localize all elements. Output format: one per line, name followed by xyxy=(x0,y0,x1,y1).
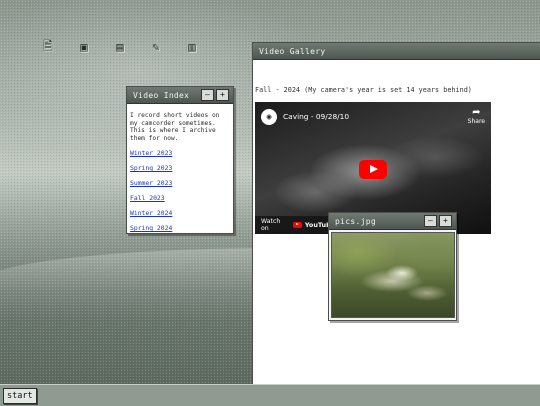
link-spring-2023[interactable]: Spring 2023 xyxy=(130,165,229,173)
video-index-titlebar[interactable]: Video Index – + xyxy=(127,87,233,104)
video-title[interactable]: Caving - 09/28/10 xyxy=(283,112,468,121)
video-caption: Fall - 2024 (My camera's year is set 14 … xyxy=(255,86,472,94)
youtube-logo-icon xyxy=(292,221,302,229)
video-index-body: I record short videos on my camcorder so… xyxy=(127,104,233,244)
video-gallery-title: Video Gallery xyxy=(259,46,326,56)
pics-window: pics.jpg – + xyxy=(328,212,457,321)
video-index-intro: I record short videos on my camcorder so… xyxy=(130,112,220,142)
maximize-button[interactable]: + xyxy=(439,215,452,227)
share-button[interactable]: ➦ Share xyxy=(467,107,485,126)
link-winter-2023[interactable]: Winter 2023 xyxy=(130,150,229,158)
start-button[interactable]: start xyxy=(3,388,37,404)
taskbar: start xyxy=(0,384,540,406)
pics-title: pics.jpg xyxy=(335,216,376,226)
link-winter-2024[interactable]: Winter 2024 xyxy=(130,210,229,218)
link-spring-2024[interactable]: Spring 2024 xyxy=(130,225,229,233)
video-index-title: Video Index xyxy=(133,90,190,100)
paint-icon[interactable]: ✎ xyxy=(148,40,164,54)
desktop-icon-bar: 🗎 ▣ ▤ ✎ ▥ xyxy=(40,39,200,55)
video-index-window: Video Index – + I record short videos on… xyxy=(126,86,234,234)
window-controls: – + xyxy=(201,89,229,101)
package-icon[interactable]: ▣ xyxy=(76,40,92,54)
watch-on-label: Watch on xyxy=(261,218,281,232)
maximize-button[interactable]: + xyxy=(216,89,229,101)
window-controls: – + xyxy=(424,215,452,227)
notes-icon[interactable]: ▥ xyxy=(184,40,200,54)
link-summer-2023[interactable]: Summer 2023 xyxy=(130,180,229,188)
link-fall-2023[interactable]: Fall 2023 xyxy=(130,195,229,203)
pics-titlebar[interactable]: pics.jpg – + xyxy=(329,213,456,230)
play-button[interactable] xyxy=(359,160,387,179)
driftwood-photo xyxy=(330,232,455,318)
document-icon[interactable]: 🗎 xyxy=(40,39,56,54)
book-icon[interactable]: ▤ xyxy=(112,40,128,54)
player-header: ◉ Caving - 09/28/10 ➦ Share xyxy=(261,108,485,125)
video-gallery-titlebar[interactable]: Video Gallery xyxy=(253,43,540,60)
share-arrow-icon: ➦ xyxy=(472,107,481,118)
share-label: Share xyxy=(467,118,485,125)
watch-on-youtube-button[interactable]: Watch on YouTube xyxy=(255,216,335,234)
channel-avatar-icon[interactable]: ◉ xyxy=(261,108,277,125)
minimize-button[interactable]: – xyxy=(424,215,437,227)
minimize-button[interactable]: – xyxy=(201,89,214,101)
